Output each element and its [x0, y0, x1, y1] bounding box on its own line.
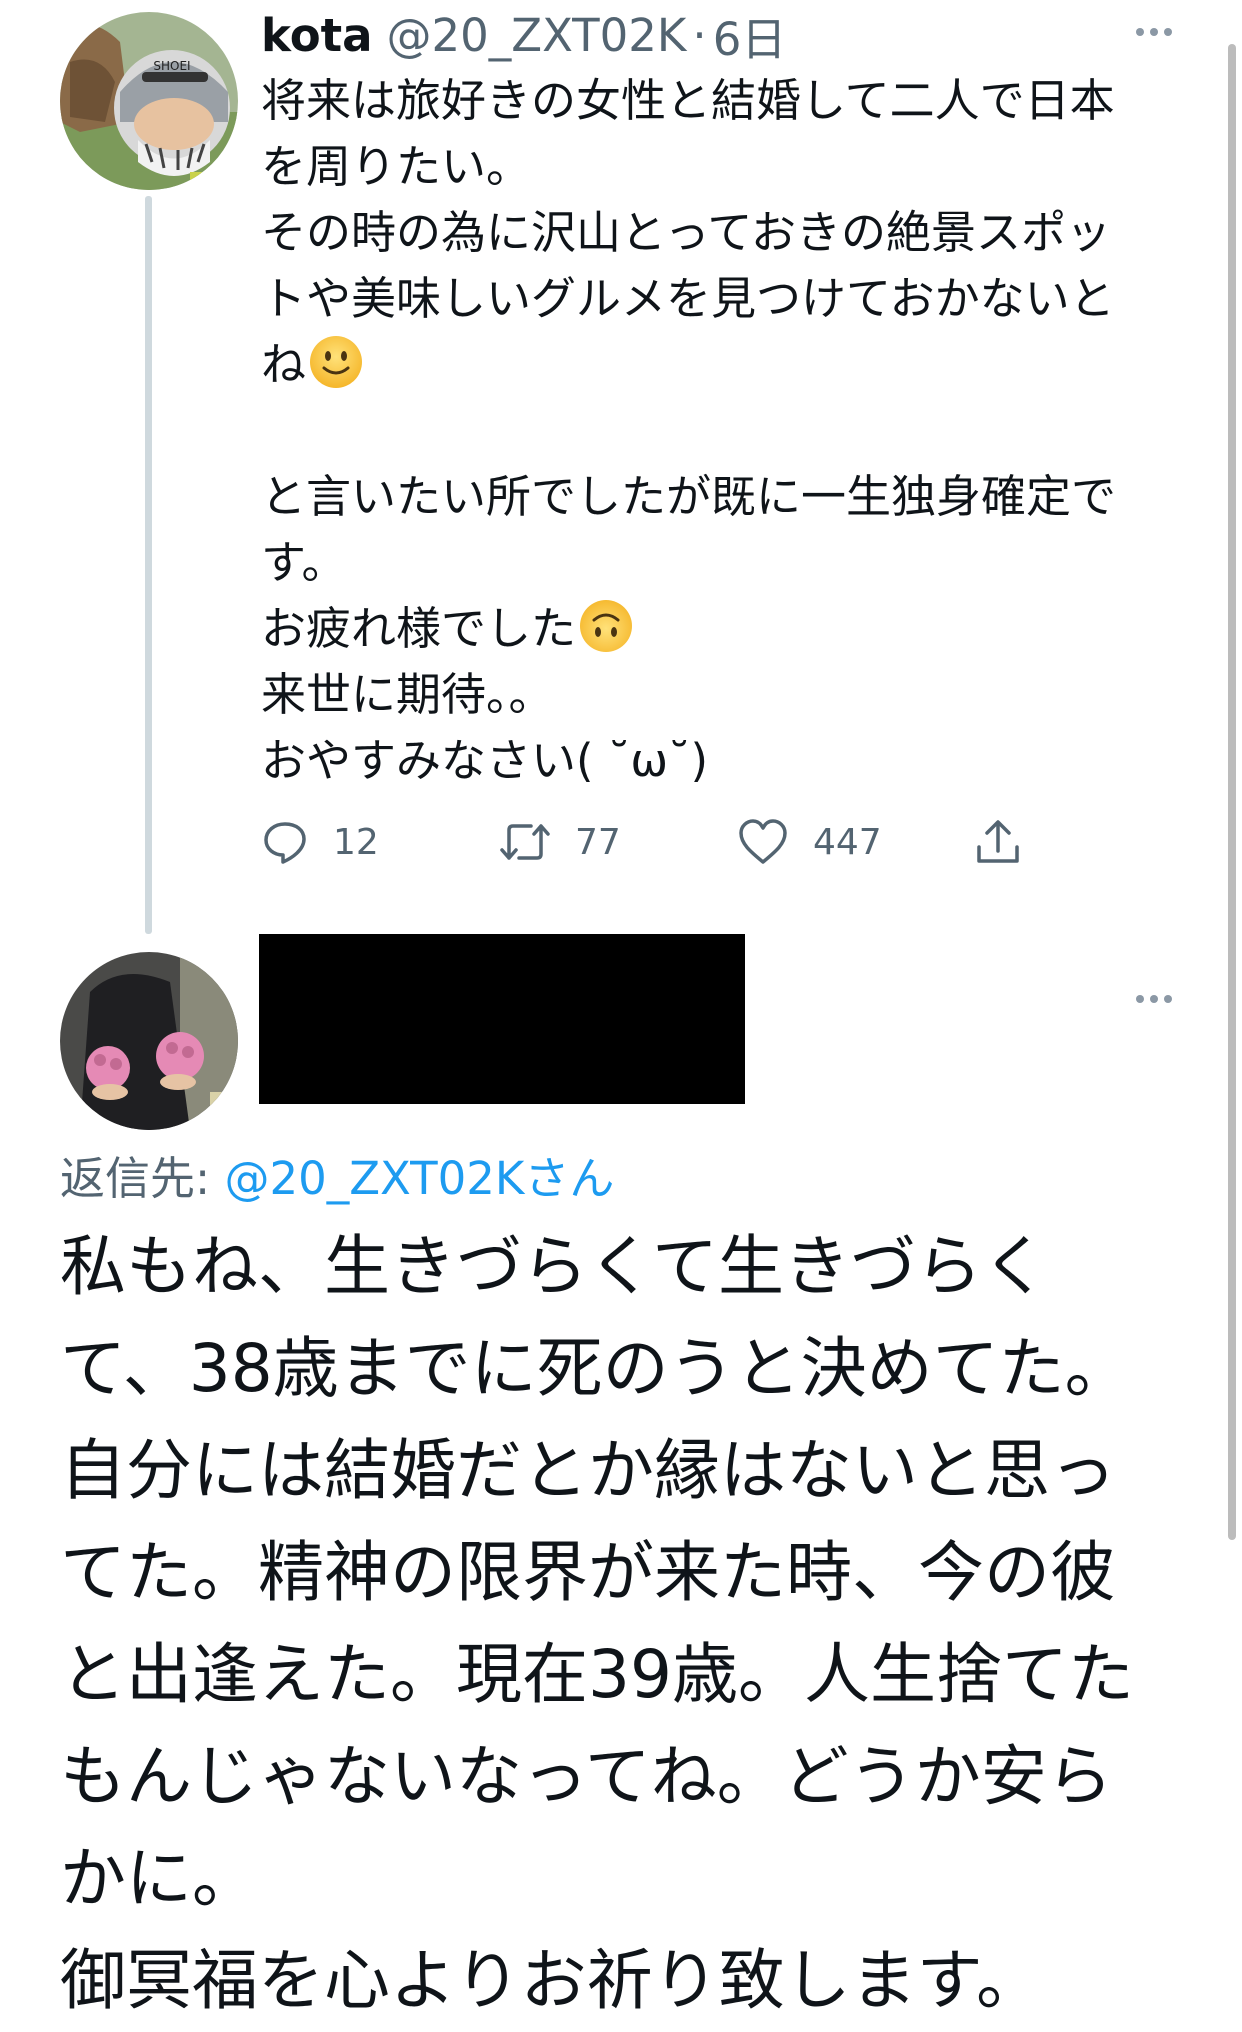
tweet-text: 将来は旅好きの女性と結婚して二人で日本 を周りたい。 その時の為に沢山とっておき… — [261, 68, 1181, 794]
reply-text-line: もんじゃないなってね。どうか安ら — [60, 1738, 1113, 1815]
tweet-header: kota @20_ZXT02K · 6日 — [261, 4, 786, 66]
tweet-text-segment: お疲れ様でした — [261, 602, 577, 655]
tweet-text-line: おやすみなさい( ˘ω˘) — [261, 734, 709, 787]
like-count: 447 — [813, 821, 882, 863]
reply-to-mention-link[interactable]: @20_ZXT02Kさん — [224, 1152, 614, 1205]
tweet-author-avatar[interactable]: SHOEI — [60, 12, 238, 190]
reply-icon — [264, 822, 306, 864]
reply-count: 12 — [333, 821, 379, 863]
share-icon — [977, 820, 1019, 863]
reply-text-line: て、38歳までに死のうと決めてた。 — [60, 1330, 1131, 1407]
heart-icon — [739, 819, 787, 864]
upside-down-face-emoji-icon — [580, 600, 633, 652]
tweet-text-line: と言いたい所でしたが既に一生独身確定で — [261, 470, 1117, 523]
reply-text: 私もね、生きづらくて生きづらく て、38歳までに死のうと決めてた。 自分には結婚… — [60, 1216, 1180, 2032]
reply-to-context: 返信先: @20_ZXT02Kさん — [60, 1142, 614, 1207]
header-separator: · — [692, 8, 707, 62]
share-button[interactable] — [973, 812, 1023, 872]
slightly-smiling-face-emoji-icon — [310, 336, 363, 388]
tweet-text-line: 将来は旅好きの女性と結婚して二人で日本 — [261, 74, 1115, 127]
author-handle[interactable]: @20_ZXT02K — [387, 9, 687, 62]
retweet-icon — [500, 824, 550, 860]
tweet-text-line-with-emoji: お疲れ様でした — [261, 596, 1181, 662]
reply-text-line: 自分には結婚だとか縁はないと思っ — [60, 1432, 1116, 1509]
more-horizontal-icon[interactable] — [1136, 28, 1172, 36]
retweet-button[interactable]: 77 — [499, 812, 621, 872]
reply-text-line: と出逢えた。現在39歳。人生捨てた — [60, 1636, 1134, 1713]
tweet-text-line: を周りたい。 — [261, 140, 532, 193]
avatar-photo: SHOEI — [60, 12, 238, 190]
reply-to-label: 返信先: — [60, 1152, 225, 1205]
avatar-photo — [60, 952, 238, 1130]
tweet-action-bar: 12 77 447 — [261, 812, 1051, 872]
tweet-text-segment: ね — [261, 338, 307, 391]
retweet-count: 77 — [575, 821, 621, 863]
tweet-text-line-with-emoji: ね — [261, 332, 1181, 398]
reply-text-line: 御冥福を心よりお祈り致します。 — [60, 1942, 1043, 2019]
scrollbar[interactable] — [1228, 44, 1236, 1540]
tweet-timestamp[interactable]: 6日 — [713, 3, 787, 68]
reply-author-avatar[interactable] — [60, 952, 238, 1130]
tweet-text-line: す。 — [261, 536, 347, 589]
more-horizontal-icon[interactable] — [1136, 995, 1172, 1003]
reply-text-line: かに。 — [60, 1840, 258, 1917]
tweet-text-line: その時の為に沢山とっておきの絶景スポッ — [261, 206, 1112, 259]
tweet-text-line: 来世に期待。。 — [261, 668, 554, 721]
reply-button[interactable]: 12 — [261, 812, 379, 872]
tweet-text-line: トや美味しいグルメを見つけておかないと — [261, 272, 1115, 325]
thread-connector-line — [145, 196, 152, 934]
reply-text-line: てた。精神の限界が来た時、今の彼 — [60, 1534, 1116, 1611]
svg-text:SHOEI: SHOEI — [153, 59, 190, 73]
author-display-name[interactable]: kota — [261, 9, 373, 62]
like-button[interactable]: 447 — [737, 812, 882, 872]
redacted-author-name — [259, 934, 745, 1104]
reply-text-line: 私もね、生きづらくて生きづらく — [60, 1228, 1049, 1305]
